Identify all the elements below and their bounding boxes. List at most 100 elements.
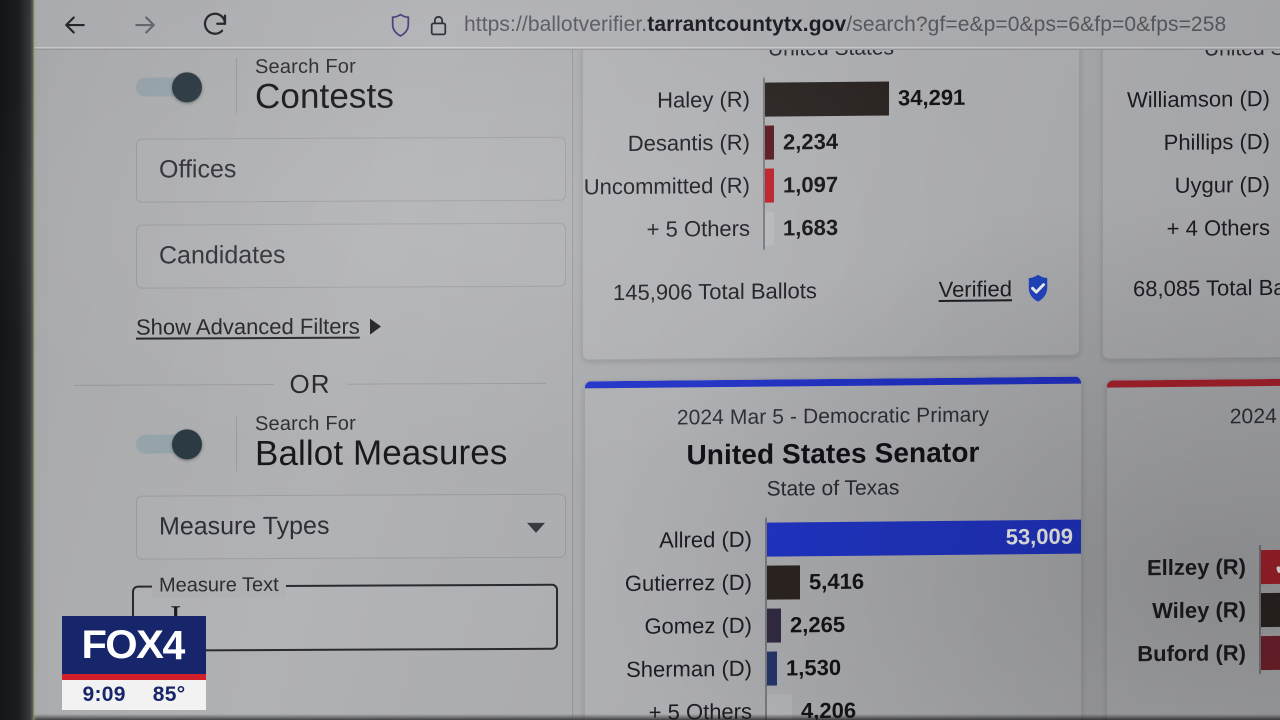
card-header: 2024 Mar 5 - Democratic Primary United S… [585,377,1081,504]
bar-value: 53,009 [1005,523,1073,549]
bar-track: 1,097 [763,160,1079,207]
fox-wordmark: FOX [81,623,163,667]
result-card-republican-contest[interactable]: 2024 Ma Ellzey (R) ✓ Wiley (R) [1106,376,1280,720]
bar-label: Desantis (R) [627,129,750,156]
bar-row: + 4 Others [1103,204,1280,250]
offices-field[interactable]: Offices [136,136,566,203]
measures-toggle-row[interactable]: Search For Ballot Measures [74,405,546,474]
photographed-monitor: https://ballotverifier.tarrantcountytx.g… [0,0,1280,720]
back-button[interactable] [52,2,98,48]
bar-value: 34,291 [898,84,966,110]
address-bar[interactable]: https://ballotverifier.tarrantcountytx.g… [388,11,1226,40]
bar-track [1259,629,1280,675]
reload-button[interactable] [192,2,238,48]
bar-label: Gutierrez (D) [624,569,752,596]
card-election-label: 2024 Ma [1107,403,1280,430]
bar-fill [765,211,774,246]
bar-row: Gutierrez (D) 5,416 [585,557,1081,606]
bar-row: Allred (D) 53,009 [585,514,1082,563]
result-card-democratic-president[interactable]: 2024 Mar 5 - Democratic Primary Presiden… [1102,0,1280,360]
card-accent-bar [1107,377,1280,388]
url-text[interactable]: https://ballotverifier.tarrantcountytx.g… [464,13,1226,37]
bar-label: Buford (R) [1137,639,1246,666]
chevron-right-icon [369,318,381,335]
bar-label: Uygur (D) [1174,171,1270,198]
reload-icon [203,12,227,35]
bar-fill: 53,009 [767,519,1082,557]
bar-fill: ✓ [1261,547,1280,584]
bar-value: 2,234 [783,128,839,154]
card-jurisdiction: State of Texas [766,476,900,501]
bar-value: 5,416 [809,568,865,594]
card-bar-chart: Allred (D) 53,009 Gutierrez (D) 5,416 Go… [585,514,1082,720]
bar-label: Haley (R) [657,86,750,113]
current-temperature: 85° [152,683,186,706]
card-bar-chart: Haley (R) 34,291 Desantis (R) 2,234 Unco… [583,74,1079,252]
result-card-democratic-senator[interactable]: 2024 Mar 5 - Democratic Primary United S… [584,375,1082,720]
contests-toggle-label: Contests [255,76,394,117]
toggle-knob [172,429,202,460]
fox-channel-number: 4 [162,621,186,668]
candidates-field[interactable]: Candidates [136,222,566,289]
show-advanced-filters-label: Show Advanced Filters [136,313,360,340]
result-card-republican-president[interactable]: 2024 Mar 5 - Republican Primary Presiden… [582,0,1080,361]
bar-track: 5,416 [765,557,1081,604]
card-bar-chart: Williamson (D) Phillips (D) Uygur (D) + … [1103,75,1280,250]
winner-check-icon: ✓ [1273,550,1280,581]
total-ballots-label: 145,906 Total Ballots [613,278,817,306]
verified-badge[interactable]: Verified [939,273,1053,306]
bar-label: Uncommitted (R) [583,172,750,199]
ballot-measures-toggle[interactable] [136,428,214,460]
contests-toggle-sublabel: Search For [255,55,356,79]
page-content: Search For Contests Offices Candidates S… [30,0,1280,720]
bar-fill [765,168,774,203]
verified-shield-icon [1028,274,1048,302]
measure-types-select[interactable]: Measure Types [136,493,566,560]
measures-toggle-sublabel: Search For [255,412,356,435]
card-election-partial-label: 2024 Ma [1229,404,1280,429]
total-ballots-label: 68,085 Total Ballots [1133,274,1280,302]
card-header: 2024 Ma [1107,377,1280,496]
or-line-left [74,384,274,387]
bar-label: + 5 Others [646,215,750,242]
measures-toggle-labels: Search For Ballot Measures [255,412,508,473]
broadcast-station-bug: FOX 4 9:09 85° [62,616,206,710]
bar-track: 2,234 [763,117,1079,164]
bar-fill [765,125,774,160]
bar-row: Desantis (R) 2,234 [583,117,1079,166]
bar-fill [767,607,781,643]
contests-toggle[interactable] [136,72,214,103]
bar-row: Phillips (D) [1103,118,1280,164]
shield-icon[interactable] [388,11,413,40]
contests-toggle-labels: Search For Contests [255,55,394,117]
card-jurisdiction [1107,471,1280,496]
candidates-field-label: Candidates [159,241,286,270]
or-label: OR [289,369,331,400]
bar-value: 2,265 [790,611,846,637]
bar-track [1259,586,1280,632]
or-line-right [346,383,546,385]
monitor-bezel-bottom [0,714,1280,720]
card-contest-title: United States Senator [686,436,980,471]
show-advanced-filters-link[interactable]: Show Advanced Filters [136,313,381,340]
url-path: /search?gf=e&p=0&ps=6&fp=0&fps=258 [846,13,1227,36]
lock-icon[interactable] [427,11,450,40]
bar-track: 53,009 [765,514,1082,561]
bar-track: 34,291 [763,74,1079,121]
monitor-bezel-left [0,0,37,720]
contests-toggle-row[interactable]: Search For Contests [74,48,546,117]
bar-label: Ellzey (R) [1146,553,1246,580]
measure-types-label: Measure Types [159,511,330,541]
bar-value: 1,097 [783,171,839,197]
forward-button[interactable] [122,2,168,48]
card-contest-title [1107,436,1280,467]
bar-row: Buford (R) [1107,629,1280,675]
current-time: 9:09 [82,683,126,706]
bar-label: Allred (D) [659,526,752,553]
bug-info-strip: 9:09 85° [62,680,206,710]
bar-label: + 4 Others [1166,214,1270,241]
bar-track: 1,530 [765,643,1081,690]
measures-toggle-label: Ballot Measures [255,432,508,473]
or-separator: OR [48,368,572,400]
card-election-label: 2024 Mar 5 - Democratic Primary [676,403,990,430]
